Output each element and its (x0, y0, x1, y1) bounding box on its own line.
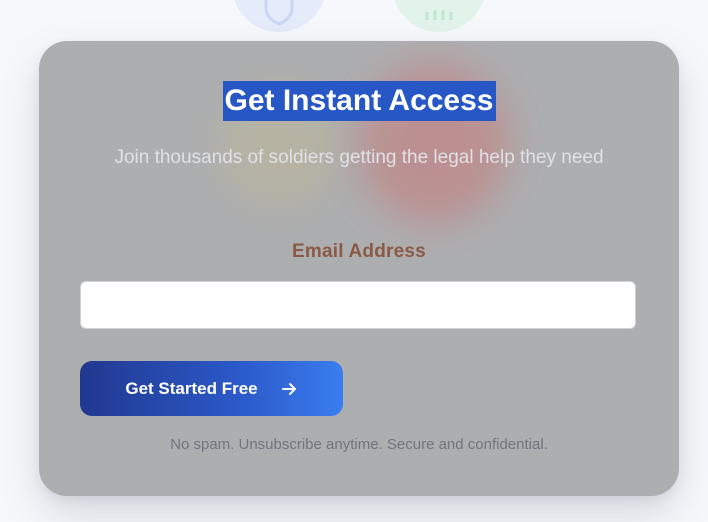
get-started-button[interactable]: Get Started Free (80, 361, 343, 416)
privacy-note: No spam. Unsubscribe anytime. Secure and… (170, 436, 548, 453)
card-title: Get Instant Access (222, 81, 496, 121)
people-icon (425, 10, 453, 20)
arrow-right-icon (280, 380, 298, 398)
title-wrapper: Get Instant Access (39, 81, 679, 121)
email-field[interactable] (80, 281, 636, 329)
people-icon-badge (392, 0, 486, 32)
card-subtitle: Join thousands of soldiers getting the l… (114, 147, 604, 168)
shield-icon-badge (232, 0, 326, 32)
get-started-label: Get Started Free (125, 378, 258, 398)
signup-card: Get Instant Access Join thousands of sol… (39, 41, 679, 496)
email-label: Email Address (292, 241, 426, 262)
shield-icon (264, 0, 294, 26)
